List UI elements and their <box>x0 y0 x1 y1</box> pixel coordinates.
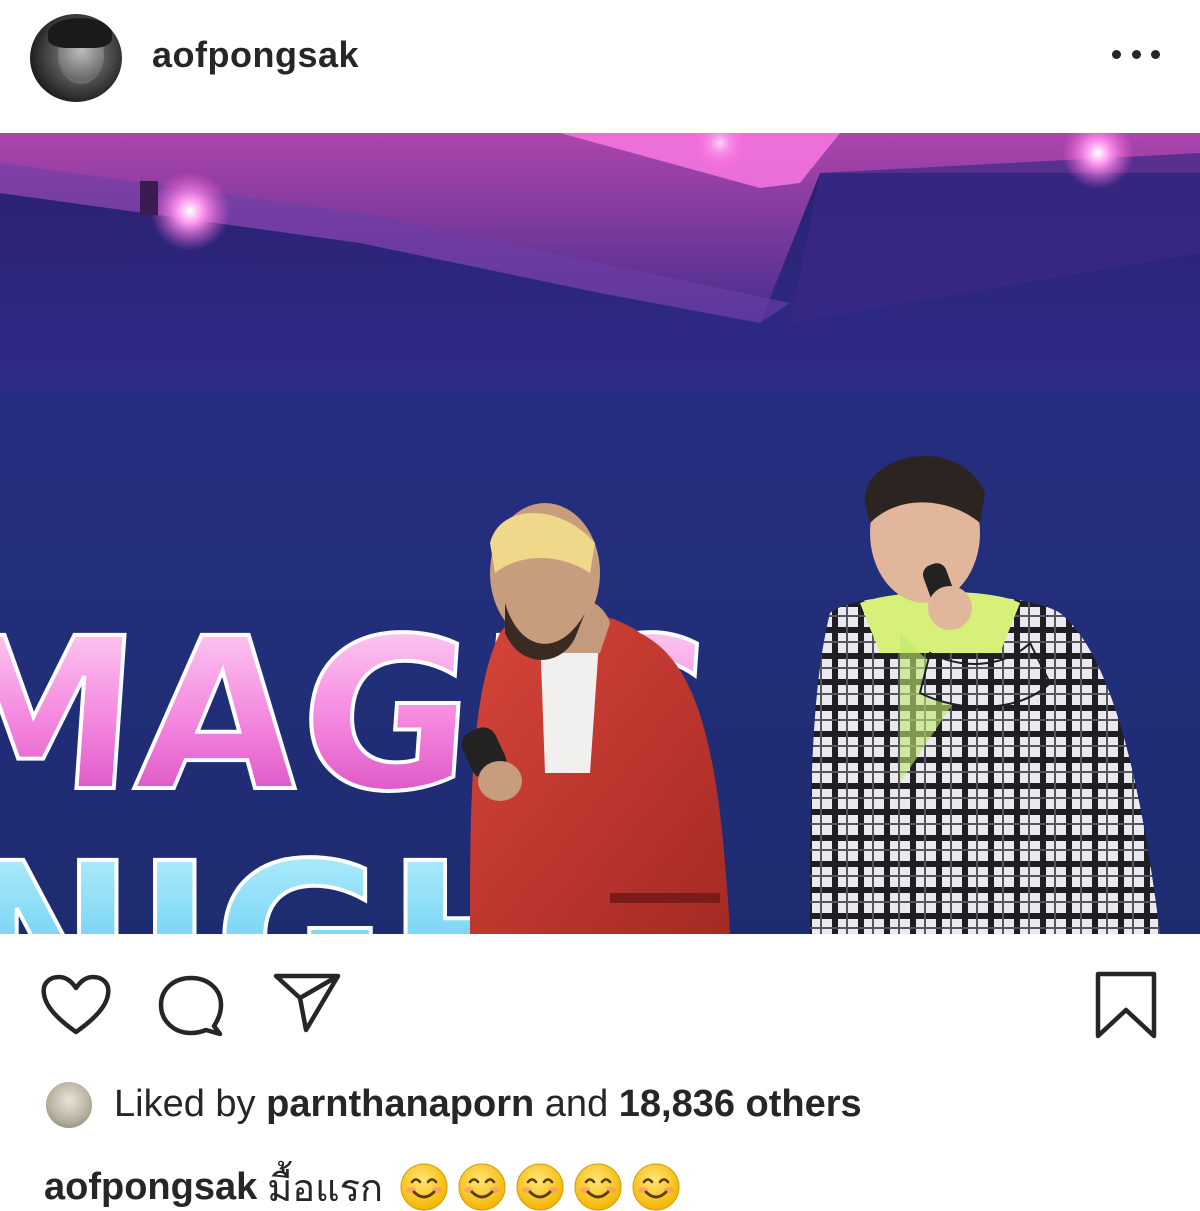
comment-icon[interactable] <box>156 974 226 1038</box>
smiling-face-emoji-icon <box>632 1163 680 1211</box>
post-photo[interactable]: MAGIC NIGH <box>0 133 1200 934</box>
likes-conjunction: and <box>544 1083 609 1125</box>
send-icon[interactable] <box>272 972 342 1034</box>
likes-summary[interactable]: Liked by parnthanaporn and 18,836 others <box>114 1083 862 1126</box>
likes-row: Liked by parnthanaporn and 18,836 others <box>0 1075 1200 1135</box>
post-caption: aofpongsak มื้อแรก <box>44 1162 689 1211</box>
post-username[interactable]: aofpongsak <box>152 34 359 76</box>
more-dot <box>1131 49 1141 59</box>
caption-emoji-row <box>399 1162 689 1211</box>
likes-count[interactable]: 18,836 others <box>619 1083 862 1125</box>
bookmark-icon[interactable] <box>1094 970 1158 1040</box>
more-dot <box>1151 49 1160 59</box>
smiling-face-emoji-icon <box>458 1163 506 1211</box>
smiling-face-emoji-icon <box>516 1163 564 1211</box>
profile-avatar[interactable] <box>30 14 122 102</box>
caption-text: มื้อแรก <box>267 1165 384 1210</box>
more-dot <box>1112 49 1121 59</box>
post-header: aofpongsak <box>0 0 1200 133</box>
action-bar <box>0 934 1200 1074</box>
liker-avatar[interactable] <box>44 1080 94 1130</box>
liker-username[interactable]: parnthanaporn <box>266 1083 534 1125</box>
likes-prefix: Liked by <box>114 1083 256 1125</box>
more-options-icon[interactable] <box>1112 44 1160 64</box>
smiling-face-emoji-icon <box>574 1163 622 1211</box>
avatar-hair <box>48 18 112 48</box>
caption-username[interactable]: aofpongsak <box>44 1166 257 1209</box>
heart-icon[interactable] <box>40 974 112 1036</box>
stage-photo-illustration: MAGIC NIGH <box>0 133 1200 934</box>
smiling-face-emoji-icon <box>400 1163 448 1211</box>
